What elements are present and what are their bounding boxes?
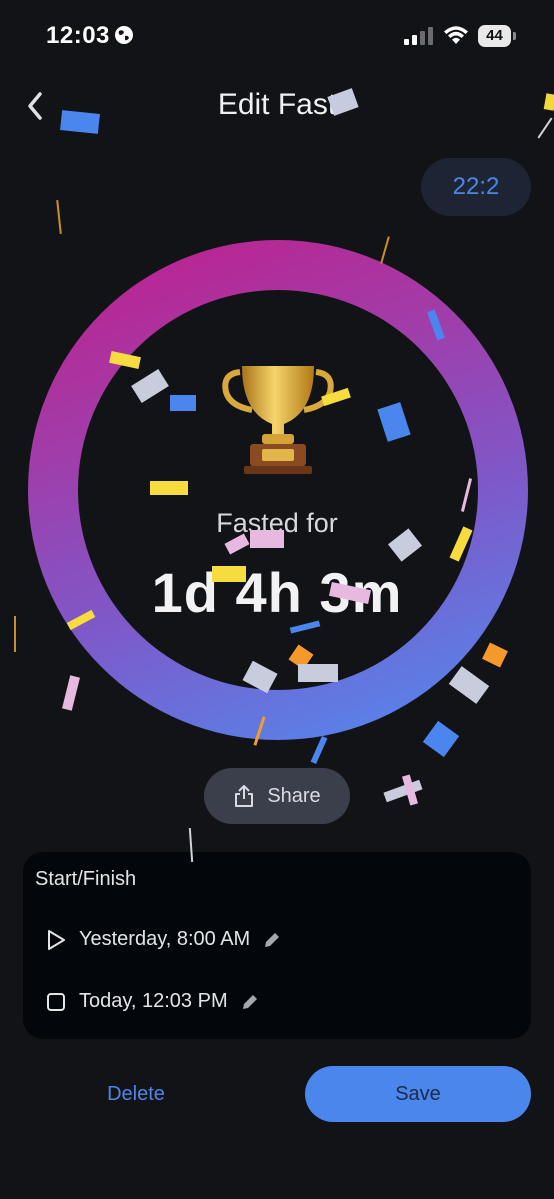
globe-icon — [115, 26, 133, 44]
finish-time-row[interactable]: Today, 12:03 PM — [45, 990, 260, 1013]
wifi-icon — [444, 26, 468, 44]
confetti-piece — [422, 720, 460, 758]
confetti-piece — [383, 779, 423, 803]
status-time: 12:03 — [46, 22, 110, 49]
confetti-piece — [380, 236, 390, 264]
share-button[interactable]: Share — [204, 768, 350, 824]
battery-level: 44 — [486, 27, 503, 44]
start-finish-title: Start/Finish — [35, 868, 137, 890]
confetti-piece — [56, 199, 62, 235]
start-finish-card: Start/Finish Yesterday, 8:00 AM Today, 1… — [23, 852, 531, 1039]
stop-icon — [47, 992, 65, 1011]
trophy-icon — [222, 366, 334, 474]
progress-ring — [28, 240, 528, 740]
share-label: Share — [267, 784, 321, 807]
finish-time-value: Today, 12:03 PM — [79, 990, 228, 1012]
start-time-row[interactable]: Yesterday, 8:00 AM — [45, 928, 282, 951]
confetti-piece — [62, 675, 80, 711]
share-icon — [235, 785, 254, 807]
cellular-signal-icon — [404, 27, 433, 45]
confetti-piece — [448, 666, 490, 704]
play-icon — [48, 929, 65, 950]
confetti-piece — [482, 642, 508, 668]
confetti-piece — [310, 735, 328, 765]
confetti-piece — [402, 774, 418, 806]
battery-indicator: 44 — [478, 25, 516, 47]
fasted-duration: 1d 4h 3m — [151, 561, 403, 624]
save-button[interactable]: Save — [305, 1066, 531, 1122]
timer-badge[interactable]: 22:2 — [421, 158, 531, 216]
edit-pencil-icon[interactable] — [262, 930, 282, 950]
page-title: Edit Fast — [217, 88, 337, 121]
fasted-label: Fasted for — [216, 508, 338, 538]
edit-pencil-icon[interactable] — [240, 992, 260, 1012]
delete-button[interactable]: Delete — [66, 1066, 206, 1122]
start-time-value: Yesterday, 8:00 AM — [79, 928, 251, 950]
